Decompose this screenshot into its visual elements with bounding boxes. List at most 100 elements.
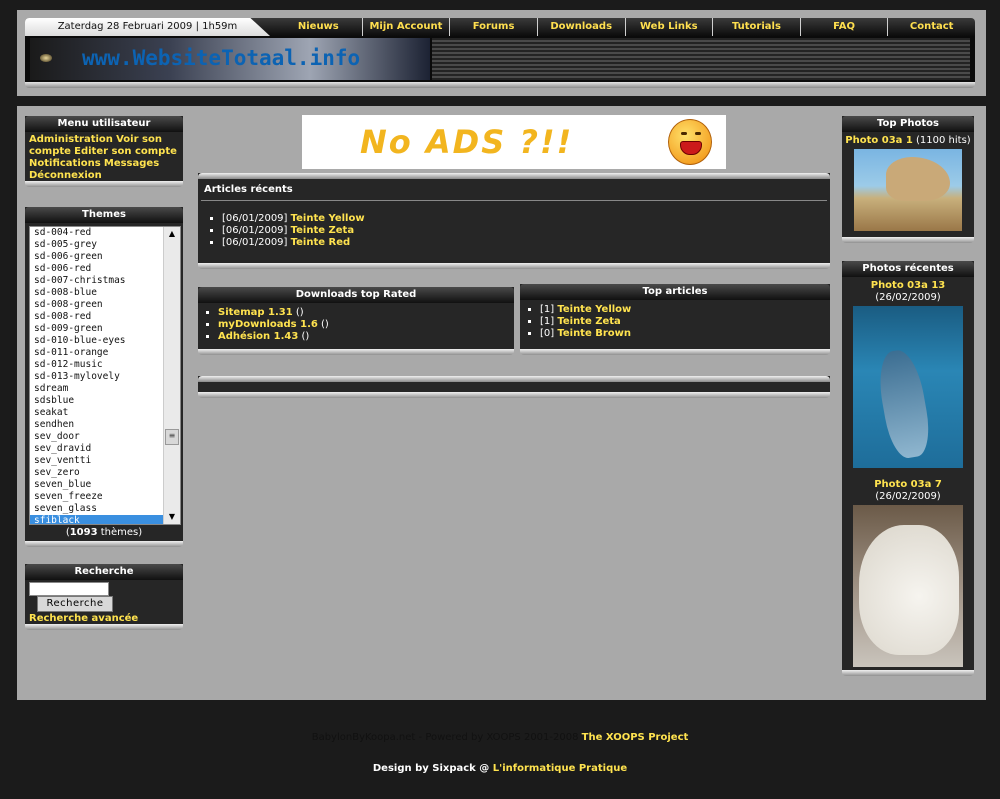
theme-option[interactable]: seakat [30, 407, 163, 419]
link-notifications[interactable]: Notifications [29, 158, 101, 169]
article-link[interactable]: Teinte Yellow [557, 304, 631, 315]
theme-option[interactable]: seven_glass [30, 503, 163, 515]
downloads-top-title: Downloads top Rated [198, 287, 514, 303]
design-link[interactable]: L'informatique Pratique [493, 763, 627, 774]
theme-option[interactable]: sd-011-orange [30, 347, 163, 359]
theme-count-suffix: thèmes [97, 527, 139, 538]
list-item: Adhésion 1.43 () [218, 331, 514, 343]
link-administration[interactable]: Administration [29, 134, 113, 145]
photo-date: (26/02/2009) [875, 292, 941, 303]
theme-option[interactable]: sd-008-blue [30, 287, 163, 299]
theme-option[interactable]: sev_ventti [30, 455, 163, 467]
download-extra: () [295, 307, 304, 318]
search-button[interactable]: Recherche [37, 596, 113, 612]
scroll-thumb[interactable]: ≡ [165, 429, 179, 445]
link-deconnexion[interactable]: Déconnexion [29, 170, 102, 181]
dolphin-photo[interactable] [853, 306, 963, 468]
theme-option[interactable]: sev_dravid [30, 443, 163, 455]
downloads-list: Sitemap 1.31 () myDownloads 1.6 () Adhés… [218, 307, 514, 343]
block-footer [198, 392, 830, 398]
theme-option[interactable]: sd-006-red [30, 263, 163, 275]
theme-option[interactable]: sdream [30, 383, 163, 395]
link-messages[interactable]: Messages [104, 158, 159, 169]
theme-option[interactable]: sd-008-green [30, 299, 163, 311]
list-item: [06/01/2009] Teinte Zeta [222, 225, 830, 237]
xoops-link[interactable]: The XOOPS Project [582, 732, 689, 743]
photo-link[interactable]: Photo 03a 13 [871, 280, 946, 291]
article-count: [1] [540, 304, 555, 315]
nav-item-nieuws[interactable]: Nieuws [275, 18, 362, 36]
top-photos-title: Top Photos [842, 116, 974, 132]
theme-scrollbar[interactable]: ▲ ≡ ▼ [163, 227, 180, 524]
main-area: Menu utilisateur Administration Voir son… [17, 106, 986, 700]
download-link[interactable]: myDownloads 1.6 [218, 319, 318, 330]
footer-powered: BabylonByKoopa.net - Powered by XOOPS 20… [0, 732, 1000, 743]
top-articles-title: Top articles [520, 284, 830, 300]
theme-option[interactable]: sd-007-christmas [30, 275, 163, 287]
theme-option[interactable]: sd-005-grey [30, 239, 163, 251]
nav-item-web-links[interactable]: Web Links [624, 18, 713, 36]
theme-option[interactable]: sdsblue [30, 395, 163, 407]
link-editer-son-compte[interactable]: Editer son compte [74, 146, 177, 157]
photo-link[interactable]: Photo 03a 7 [874, 479, 942, 490]
download-link[interactable]: Sitemap 1.31 [218, 307, 293, 318]
theme-option[interactable]: sd-013-mylovely [30, 371, 163, 383]
theme-option[interactable]: sev_zero [30, 467, 163, 479]
nav-item-forums[interactable]: Forums [449, 18, 537, 36]
list-item: Sitemap 1.31 () [218, 307, 514, 319]
theme-option[interactable]: seven_blue [30, 479, 163, 491]
banner-stripes [432, 38, 970, 80]
top-articles-block: Top articles [1] Teinte Yellow [1] Teint… [520, 284, 830, 355]
list-item: myDownloads 1.6 () [218, 319, 514, 331]
search-input[interactable] [29, 582, 109, 596]
scroll-up-icon[interactable]: ▲ [164, 227, 180, 241]
theme-option[interactable]: sd-008-red [30, 311, 163, 323]
article-link[interactable]: Teinte Yellow [291, 213, 365, 224]
search-title: Recherche [25, 564, 183, 580]
top-articles-list: [1] Teinte Yellow [1] Teinte Zeta [0] Te… [540, 304, 830, 340]
nav-item-tutorials[interactable]: Tutorials [712, 18, 800, 36]
article-count: [1] [540, 316, 555, 327]
footer-design-text: Design by Sixpack @ [372, 763, 493, 774]
download-link[interactable]: Adhésion 1.43 [218, 331, 298, 342]
footer-powered-text: BabylonByKoopa.net - Powered by XOOPS 20… [311, 732, 582, 743]
article-link[interactable]: Teinte Brown [557, 328, 631, 339]
theme-option[interactable]: sd-012-music [30, 359, 163, 371]
header-bottom-bar [25, 82, 975, 88]
nav-item-mijn-account[interactable]: Mijn Account [361, 18, 450, 36]
ad-banner[interactable]: No ADS ?!! [302, 115, 726, 169]
theme-count: (1093 thèmes) [65, 527, 143, 538]
theme-option[interactable]: sfiblack [30, 515, 163, 524]
nav-item-faq[interactable]: FAQ [799, 18, 888, 36]
list-item: [1] Teinte Zeta [540, 316, 830, 328]
scroll-down-icon[interactable]: ▼ [164, 510, 180, 524]
nav-item-contact[interactable]: Contact [887, 18, 975, 36]
article-link[interactable]: Teinte Zeta [557, 316, 620, 327]
theme-option[interactable]: sd-010-blue-eyes [30, 335, 163, 347]
footer-design: Design by Sixpack @ L'informatique Prati… [0, 763, 1000, 774]
article-link[interactable]: Teinte Red [291, 237, 351, 248]
user-menu-title: Menu utilisateur [25, 116, 183, 132]
themes-title: Themes [25, 207, 183, 223]
site-logo[interactable]: www.WebsiteTotaal.info [30, 38, 430, 80]
article-link[interactable]: Teinte Zeta [291, 225, 354, 236]
block-footer [842, 237, 974, 243]
nav-item-downloads[interactable]: Downloads [536, 18, 625, 36]
block-footer [842, 670, 974, 676]
photo-link[interactable]: Photo 03a 1 [845, 135, 913, 146]
theme-option[interactable]: sd-006-green [30, 251, 163, 263]
theme-select-list[interactable]: sd-004-red sd-005-grey sd-006-green sd-006-… [29, 226, 181, 525]
theme-option[interactable]: seven_freeze [30, 491, 163, 503]
photo-caption: Photo 03a 13 (26/02/2009) [842, 277, 974, 304]
polar-bear-photo[interactable] [853, 505, 963, 667]
article-date: [06/01/2009] [222, 225, 288, 236]
camel-photo[interactable] [854, 149, 962, 231]
theme-option[interactable]: sev_door [30, 431, 163, 443]
theme-option[interactable]: sd-004-red [30, 227, 163, 239]
theme-option[interactable]: sendhen [30, 419, 163, 431]
list-item: [06/01/2009] Teinte Red [222, 237, 830, 249]
block-footer [198, 349, 514, 355]
theme-option[interactable]: sd-009-green [30, 323, 163, 335]
ad-text: No ADS ?!! [360, 123, 574, 161]
advanced-search-link[interactable]: Recherche avancée [29, 613, 138, 624]
